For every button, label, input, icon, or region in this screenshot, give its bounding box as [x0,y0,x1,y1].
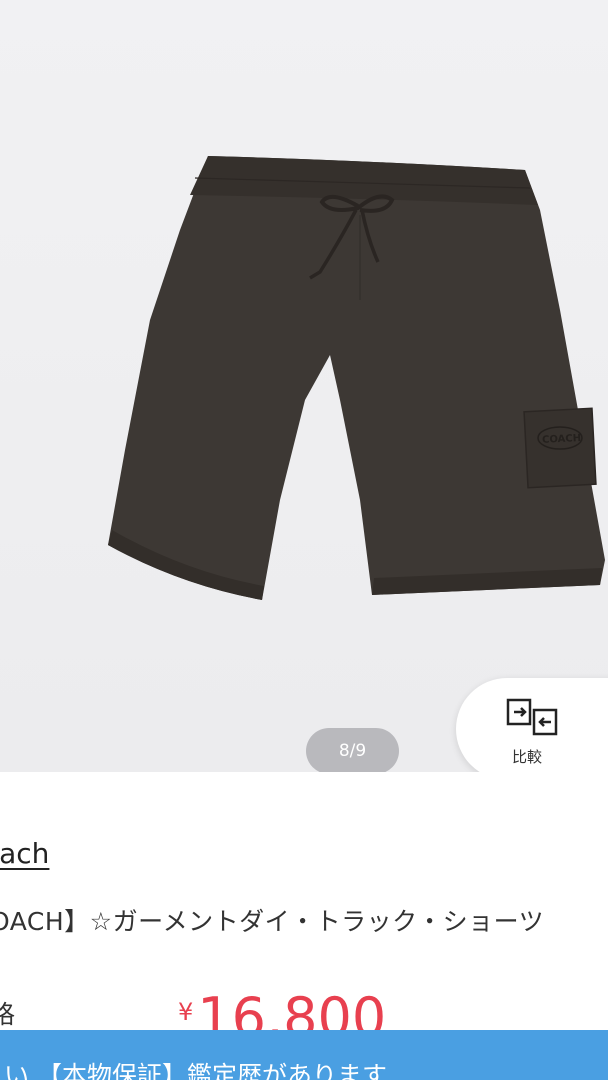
svg-text:COACH: COACH [542,433,582,446]
image-page-indicator: 8/9 [306,728,399,772]
compare-button[interactable]: 比較 [456,678,608,772]
compare-label: 比較 [512,748,543,766]
authenticity-banner[interactable]: い 【本物保証】鑑定歴があります [0,1030,608,1080]
brand-link[interactable]: oach [0,837,49,870]
currency-symbol: ¥ [178,998,194,1026]
price-label: 格 [0,1000,16,1029]
compare-icon [506,698,558,736]
product-title: OACH】☆ガーメントダイ・トラック・ショーツ [0,907,545,936]
banner-text: い 【本物保証】鑑定歴があります [4,1061,387,1080]
product-image[interactable]: COACH 8/9 比較 [0,0,608,772]
shorts-image: COACH [108,156,605,600]
